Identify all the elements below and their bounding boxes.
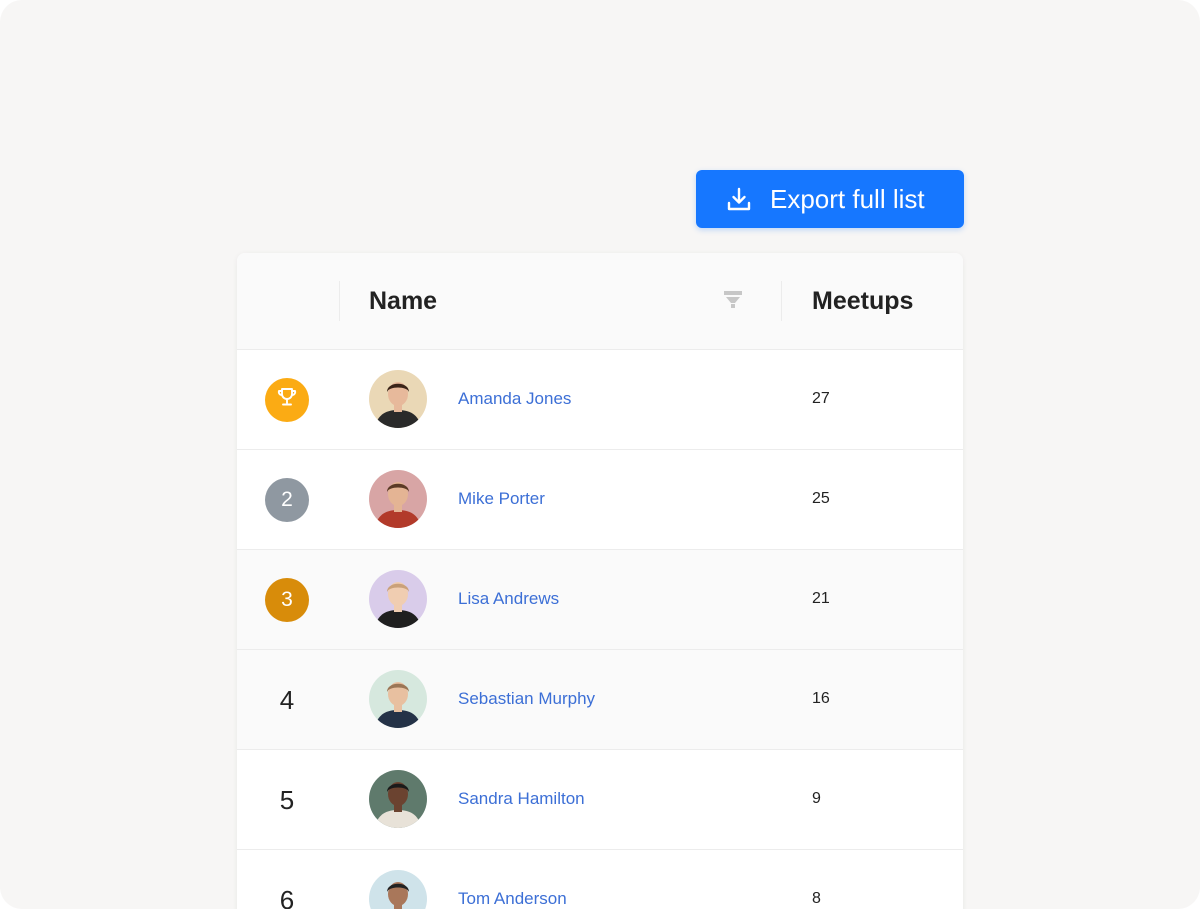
column-header-meetups[interactable]: Meetups (812, 287, 913, 316)
table-header: Name Meetups (237, 253, 963, 350)
leaderboard-table: Name Meetups Amanda Jones 27 2 Mike Porter 2… (237, 253, 963, 909)
member-name-link[interactable]: Sandra Hamilton (458, 789, 585, 809)
member-name-link[interactable]: Amanda Jones (458, 389, 571, 409)
header-divider (339, 281, 340, 321)
rank-number: 5 (279, 784, 295, 815)
meetups-count: 27 (812, 390, 830, 407)
download-icon (726, 186, 752, 212)
trophy-icon (276, 386, 298, 414)
rank-number: 2 (281, 488, 293, 511)
header-divider (781, 281, 782, 321)
avatar[interactable] (369, 870, 427, 909)
meetups-count: 9 (812, 790, 821, 807)
avatar[interactable] (369, 470, 427, 528)
avatar[interactable] (369, 570, 427, 628)
rank-number: 4 (279, 684, 295, 715)
export-full-list-button[interactable]: Export full list (696, 170, 964, 228)
member-name-link[interactable]: Mike Porter (458, 489, 545, 509)
rank-badge: 2 (265, 478, 309, 522)
avatar[interactable] (369, 770, 427, 828)
meetups-count: 8 (812, 890, 821, 907)
rank-badge: 3 (265, 578, 309, 622)
rank-number: 6 (279, 884, 295, 909)
avatar[interactable] (369, 670, 427, 728)
column-header-name[interactable]: Name (369, 287, 437, 316)
rank-badge (265, 378, 309, 422)
member-name-link[interactable]: Lisa Andrews (458, 589, 559, 609)
meetups-count: 21 (812, 590, 830, 607)
meetups-count: 16 (812, 690, 830, 707)
member-name-link[interactable]: Sebastian Murphy (458, 689, 595, 709)
table-row[interactable]: Amanda Jones 27 (237, 350, 963, 450)
table-row[interactable]: 4 Sebastian Murphy 16 (237, 650, 963, 750)
page-frame: Export full list Name Meetups Amanda Jon… (0, 0, 1200, 909)
table-row[interactable]: 2 Mike Porter 25 (237, 450, 963, 550)
meetups-count: 25 (812, 490, 830, 507)
table-row[interactable]: 5 Sandra Hamilton 9 (237, 750, 963, 850)
filter-icon[interactable] (723, 291, 743, 314)
rank-number: 3 (281, 588, 293, 611)
avatar[interactable] (369, 370, 427, 428)
export-button-label: Export full list (770, 183, 925, 214)
member-name-link[interactable]: Tom Anderson (458, 889, 567, 909)
table-row[interactable]: 3 Lisa Andrews 21 (237, 550, 963, 650)
table-row[interactable]: 6 Tom Anderson 8 (237, 850, 963, 909)
